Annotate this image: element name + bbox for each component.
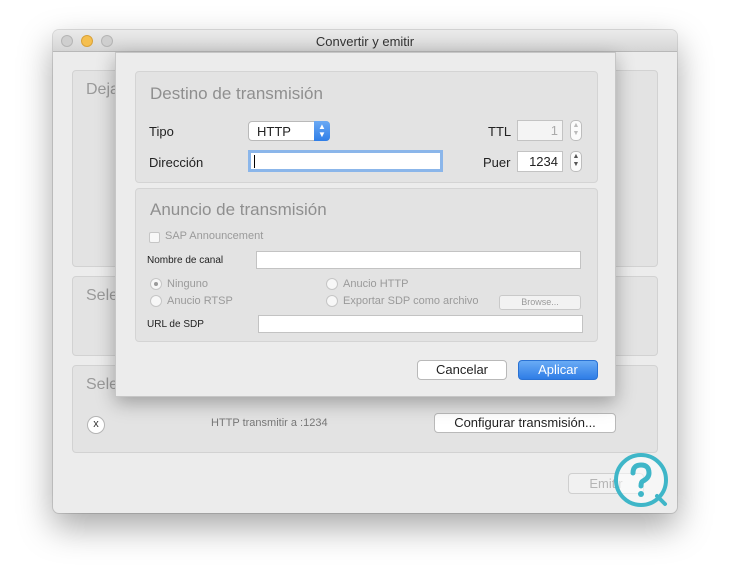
sap-label: SAP Announcement	[165, 230, 264, 242]
configure-stream-button[interactable]: Configurar transmisión...	[434, 413, 616, 433]
cancel-button[interactable]: Cancelar	[417, 360, 507, 380]
destination-title: Destino de transmisión	[150, 84, 323, 103]
browse-button[interactable]: Browse...	[499, 295, 581, 310]
radio-export-sdp-label: Exportar SDP como archivo	[343, 295, 479, 307]
ttl-stepper[interactable]: ▲ ▼	[570, 120, 582, 141]
announce-group: Anuncio de transmisión SAP Announcement …	[135, 188, 598, 342]
sap-checkbox[interactable]	[149, 232, 160, 243]
sdp-url-input[interactable]	[258, 315, 583, 333]
port-label: Puer	[483, 155, 511, 170]
address-label: Dirección	[149, 155, 204, 170]
type-value: HTTP	[257, 124, 291, 139]
port-stepper[interactable]: ▲ ▼	[570, 151, 582, 172]
source-group-title: Deja	[86, 81, 119, 98]
select-group-2-title: Sele	[86, 376, 119, 393]
apply-button[interactable]: Aplicar	[518, 360, 598, 380]
port-value: 1234	[529, 154, 558, 169]
ttl-input[interactable]: 1	[517, 120, 563, 141]
type-label: Tipo	[149, 124, 174, 139]
select-group-1-title: Sele	[86, 287, 119, 304]
chevron-updown-icon: ▲ ▼	[314, 121, 330, 141]
port-input[interactable]: 1234	[517, 151, 563, 172]
channel-name-label: Nombre de canal	[147, 255, 224, 266]
announce-title: Anuncio de transmisión	[150, 200, 327, 219]
text-caret	[254, 155, 255, 168]
stream-status-text: HTTP transmitir a :1234	[211, 417, 328, 429]
remove-destination-button[interactable]: x	[87, 416, 105, 434]
radio-anucio-http-label: Anucio HTTP	[343, 278, 409, 290]
ttl-label: TTL	[488, 124, 512, 139]
address-input[interactable]	[248, 150, 443, 172]
radio-anucio-rtsp-label: Anucio RTSP	[167, 295, 233, 307]
radio-anucio-rtsp[interactable]	[150, 295, 162, 307]
channel-name-input[interactable]	[256, 251, 581, 269]
type-popup[interactable]: HTTP ▲ ▼	[248, 121, 330, 141]
destination-group: Destino de transmisión Tipo HTTP ▲ ▼ Dire…	[135, 71, 598, 183]
radio-anucio-http[interactable]	[326, 278, 338, 290]
ttl-value: 1	[550, 123, 558, 138]
sdp-url-label: URL de SDP	[147, 319, 204, 330]
stream-settings-sheet: Destino de transmisión Tipo HTTP ▲ ▼ Dire…	[115, 52, 616, 397]
titlebar: Convertir y emitir	[53, 30, 677, 52]
radio-ninguno-label: Ninguno	[167, 278, 208, 290]
radio-ninguno[interactable]	[150, 278, 162, 290]
help-logo-icon	[614, 453, 668, 507]
window-title: Convertir y emitir	[315, 34, 415, 49]
radio-export-sdp[interactable]	[326, 295, 338, 307]
